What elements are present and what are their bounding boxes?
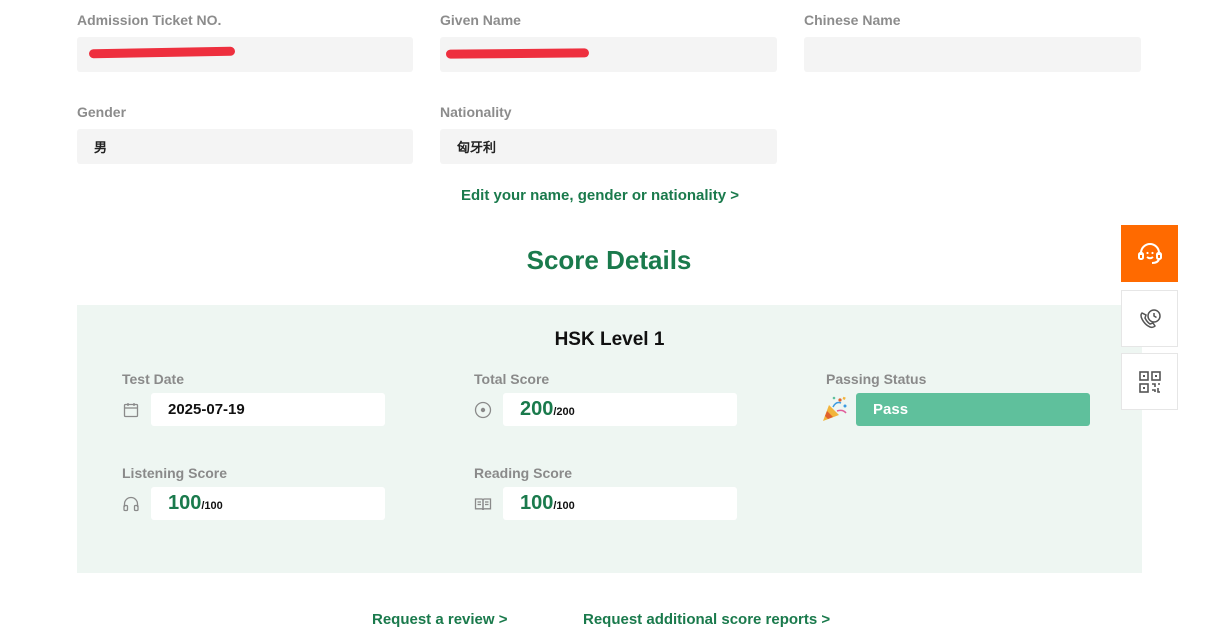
contact-hours-button[interactable] (1121, 290, 1178, 347)
score-panel: HSK Level 1 Test Date 2025-07-19 Total S… (77, 305, 1142, 573)
listening-score-field: 100 /100 (151, 487, 385, 520)
book-icon (474, 495, 492, 513)
nationality-field: 匈牙利 (440, 129, 777, 164)
customer-service-button[interactable] (1121, 225, 1178, 282)
page: Admission Ticket NO. Given Name Chinese … (0, 0, 1212, 638)
gender-label: Gender (77, 104, 127, 120)
calendar-icon (122, 401, 140, 419)
gender-value: 男 (94, 141, 108, 156)
reading-score-label: Reading Score (474, 465, 573, 481)
chinese-name-field (804, 37, 1141, 72)
test-date-value: 2025-07-19 (168, 401, 245, 418)
admission-ticket-label: Admission Ticket NO. (77, 12, 222, 28)
listening-score-value: 100 (168, 492, 202, 514)
headphones-icon (122, 495, 140, 513)
qr-code-button[interactable] (1121, 353, 1178, 410)
reading-score-field: 100 /100 (503, 487, 737, 520)
reading-score-value: 100 (520, 492, 554, 514)
request-score-reports-link[interactable]: Request additional score reports > (583, 611, 830, 628)
party-popper-icon (820, 394, 850, 424)
target-icon (474, 401, 492, 419)
reading-score-max: /100 (553, 500, 575, 512)
total-score-max: /200 (553, 406, 575, 418)
gender-field: 男 (77, 129, 413, 164)
request-review-link[interactable]: Request a review > (372, 611, 507, 628)
test-date-label: Test Date (122, 371, 184, 387)
test-date-field: 2025-07-19 (151, 393, 385, 426)
qr-code-icon (1138, 370, 1161, 393)
nationality-value: 匈牙利 (457, 141, 497, 156)
passing-status-label: Passing Status (826, 371, 927, 387)
nationality-label: Nationality (440, 104, 512, 120)
hsk-level-heading: HSK Level 1 (554, 329, 665, 350)
total-score-value: 200 (520, 398, 554, 420)
redaction-mark (445, 48, 590, 59)
score-details-title: Score Details (526, 245, 692, 275)
given-name-field (440, 37, 777, 72)
total-score-label: Total Score (474, 371, 550, 387)
edit-profile-link[interactable]: Edit your name, gender or nationality > (461, 187, 739, 204)
listening-score-label: Listening Score (122, 465, 228, 481)
given-name-label: Given Name (440, 12, 521, 28)
total-score-field: 200 /200 (503, 393, 737, 426)
phone-clock-icon (1139, 308, 1161, 328)
passing-status-value: Pass (873, 401, 909, 418)
listening-score-max: /100 (201, 500, 223, 512)
chinese-name-label: Chinese Name (804, 12, 901, 28)
admission-ticket-field (77, 37, 413, 72)
redaction-mark (88, 46, 236, 59)
customer-service-icon (1137, 242, 1162, 264)
pass-status-badge: Pass (856, 393, 1090, 426)
